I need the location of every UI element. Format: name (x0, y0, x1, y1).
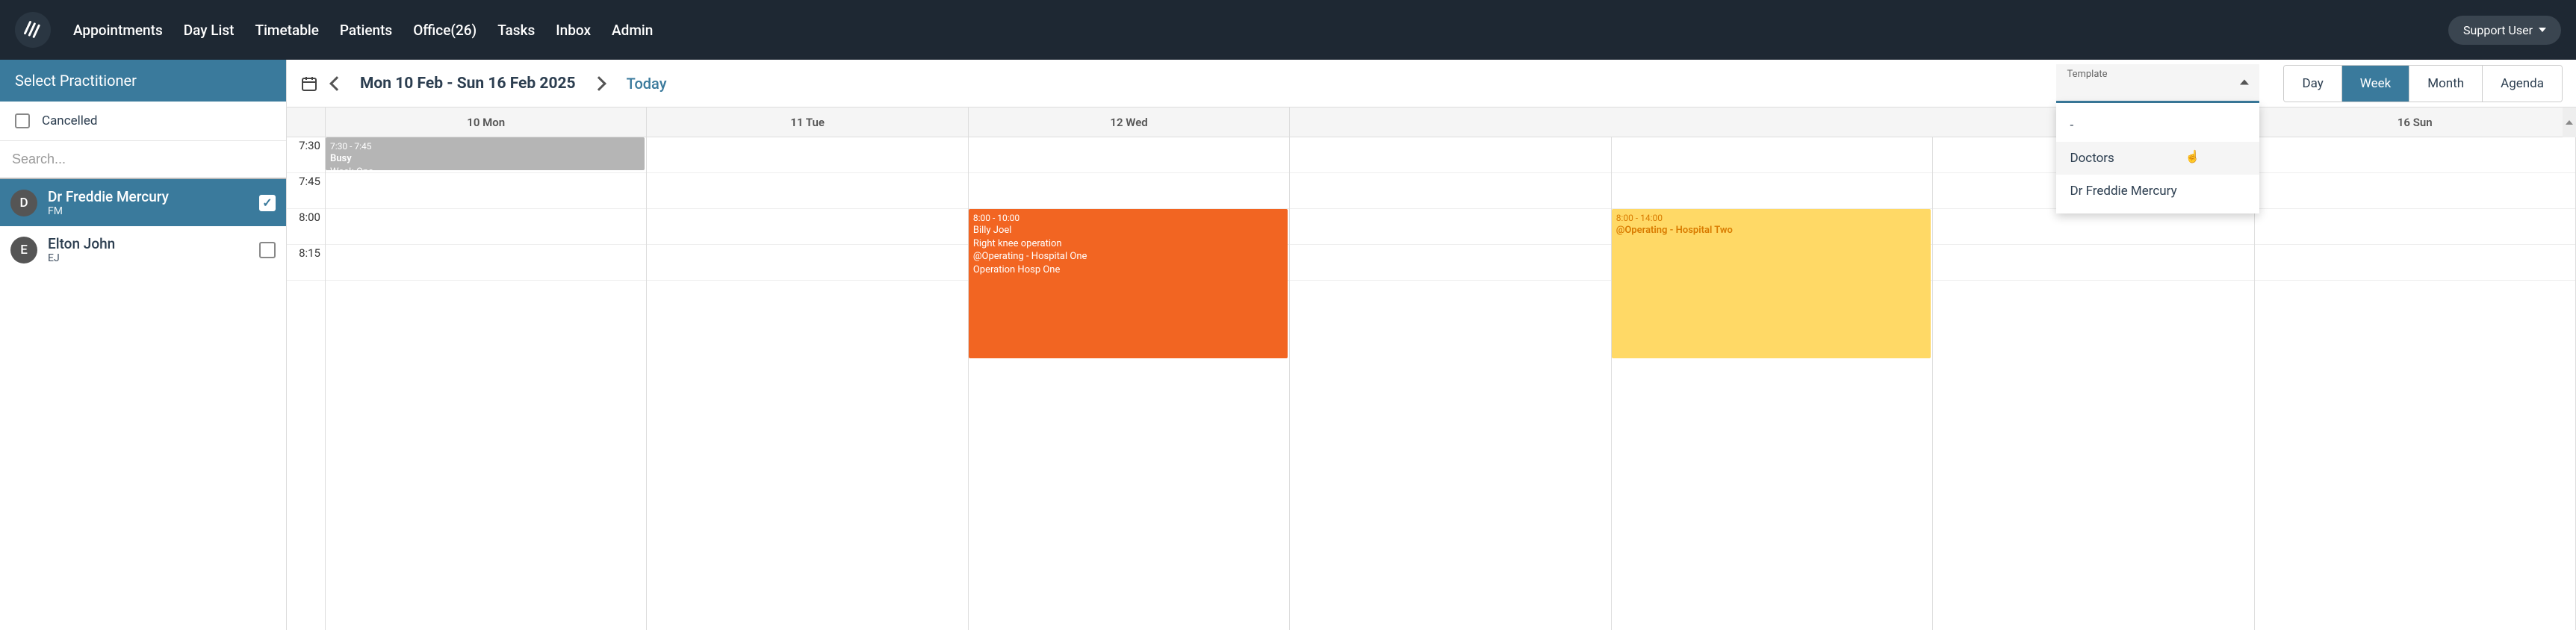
event-sub: Week One (330, 166, 640, 170)
cancelled-filter[interactable]: Cancelled (0, 102, 286, 141)
support-user-menu[interactable]: Support User (2448, 16, 2561, 45)
practitioner-text: Elton John EJ (48, 235, 249, 264)
event-title: @Operating - Hospital Two (1616, 224, 1926, 237)
cancelled-label: Cancelled (42, 113, 97, 128)
day-header: 10 Mon (326, 107, 647, 137)
support-user-label: Support User (2463, 23, 2533, 37)
event-title: Busy (330, 152, 640, 166)
practitioner-checkbox[interactable]: ✓ (259, 195, 276, 211)
day-column-sun[interactable] (2255, 137, 2576, 630)
date-range: Mon 10 Feb - Sun 16 Feb 2025 (360, 75, 576, 93)
search-input[interactable] (6, 141, 280, 178)
nav-admin[interactable]: Admin (612, 22, 653, 39)
time-label: 7:30 (287, 137, 325, 173)
practitioner-name: Elton John (48, 235, 249, 252)
event-operating[interactable]: 8:00 - 14:00 @Operating - Hospital Two (1612, 209, 1931, 358)
logo-icon (22, 19, 43, 40)
view-day-button[interactable]: Day (2284, 66, 2341, 102)
template-select[interactable]: Template (2056, 64, 2259, 103)
practitioner-text: Dr Freddie Mercury FM (48, 188, 249, 217)
caret-down-icon (2539, 28, 2546, 32)
content-area: Mon 10 Feb - Sun 16 Feb 2025 Today Templ… (287, 60, 2576, 630)
day-header: 12 Wed (969, 107, 1290, 137)
practitioner-sub: FM (48, 205, 249, 217)
calendar-toolbar: Mon 10 Feb - Sun 16 Feb 2025 Today Templ… (287, 60, 2576, 107)
dropdown-arrow-icon (2240, 80, 2249, 85)
search-row (0, 141, 286, 179)
nav-appointments[interactable]: Appointments (73, 22, 163, 39)
today-button[interactable]: Today (627, 75, 667, 93)
next-arrow-icon[interactable] (592, 76, 606, 91)
time-label: 8:00 (287, 209, 325, 245)
template-option-label: Doctors (2070, 151, 2114, 166)
event-location: @Operating - Hospital One (973, 250, 1283, 263)
practitioner-name: Dr Freddie Mercury (48, 188, 249, 205)
day-column-mon[interactable]: 7:30 - 7:45 Busy Week One (326, 137, 647, 630)
nav-tasks[interactable]: Tasks (497, 22, 535, 39)
event-time: 8:00 - 10:00 (973, 212, 1283, 224)
nav-inbox[interactable]: Inbox (556, 22, 591, 39)
day-column-fri[interactable]: 8:00 - 14:00 @Operating - Hospital Two (1612, 137, 1933, 630)
template-option[interactable]: - (2056, 109, 2259, 142)
event-op: Operation Hosp One (973, 263, 1283, 277)
event-appointment[interactable]: 8:00 - 10:00 Billy Joel Right knee opera… (969, 209, 1288, 358)
nav-office[interactable]: Office(26) (413, 22, 477, 39)
time-label: 7:45 (287, 173, 325, 209)
scroll-up-icon (2566, 120, 2573, 125)
avatar: D (10, 190, 37, 216)
view-month-button[interactable]: Month (2409, 66, 2483, 102)
cancelled-checkbox[interactable] (15, 113, 30, 128)
nav-items: Appointments Day List Timetable Patients… (73, 22, 2426, 39)
prev-arrow-icon[interactable] (329, 76, 344, 91)
avatar: E (10, 237, 37, 263)
checkmark-icon: ✓ (262, 196, 272, 210)
practitioner-sub: EJ (48, 252, 249, 264)
day-column-wed[interactable]: 8:00 - 10:00 Billy Joel Right knee opera… (969, 137, 1290, 630)
time-column: 7:30 7:45 8:00 8:15 (287, 137, 326, 630)
time-column-head (287, 107, 326, 137)
event-busy[interactable]: 7:30 - 7:45 Busy Week One (326, 137, 645, 170)
app-logo[interactable] (15, 12, 51, 48)
day-header: 11 Tue (647, 107, 968, 137)
day-column-tue[interactable] (647, 137, 968, 630)
nav-patients[interactable]: Patients (340, 22, 392, 39)
calendar-icon[interactable] (300, 75, 318, 93)
scroll-up-button[interactable] (2563, 107, 2576, 137)
time-label: 8:15 (287, 245, 325, 281)
practitioner-item[interactable]: D Dr Freddie Mercury FM ✓ (0, 179, 286, 226)
template-option[interactable]: Doctors ☝ (2056, 142, 2259, 175)
day-column-thu[interactable] (1290, 137, 1611, 630)
nav-daylist[interactable]: Day List (184, 22, 235, 39)
event-patient: Billy Joel (973, 224, 1283, 237)
sidebar-title: Select Practitioner (0, 60, 286, 102)
template-select-wrap: Template - Doctors ☝ Dr Freddie Mercury (2056, 64, 2259, 103)
event-time: 8:00 - 14:00 (1616, 212, 1926, 224)
view-toggle: Day Week Month Agenda (2283, 65, 2563, 102)
main-area: Select Practitioner Cancelled D Dr Fredd… (0, 60, 2576, 630)
top-navigation: Appointments Day List Timetable Patients… (0, 0, 2576, 60)
template-dropdown: - Doctors ☝ Dr Freddie Mercury (2056, 103, 2259, 213)
template-option[interactable]: Dr Freddie Mercury (2056, 175, 2259, 208)
event-time: 7:30 - 7:45 (330, 140, 640, 152)
day-header: 16 Sun (2255, 107, 2576, 137)
nav-timetable[interactable]: Timetable (255, 22, 318, 39)
template-label: Template (2067, 69, 2249, 80)
practitioner-checkbox[interactable] (259, 242, 276, 258)
event-desc: Right knee operation (973, 237, 1283, 251)
view-week-button[interactable]: Week (2342, 66, 2409, 102)
cursor-hand-icon: ☝ (2185, 149, 2200, 163)
view-agenda-button[interactable]: Agenda (2483, 66, 2562, 102)
sidebar: Select Practitioner Cancelled D Dr Fredd… (0, 60, 287, 630)
practitioner-item[interactable]: E Elton John EJ (0, 226, 286, 273)
